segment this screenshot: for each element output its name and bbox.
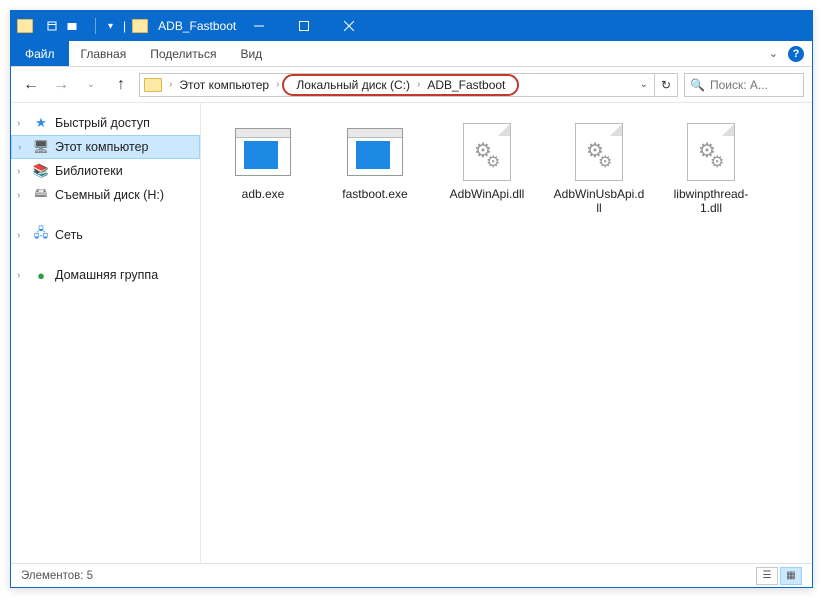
breadcrumb-folder[interactable]: ADB_Fastboot bbox=[423, 78, 509, 92]
address-dropdown[interactable]: ⌄ bbox=[634, 79, 654, 90]
dll-icon: ⚙⚙ bbox=[676, 123, 746, 181]
qat-new-folder-button[interactable] bbox=[63, 17, 81, 35]
file-label: libwinpthread-1.dll bbox=[665, 187, 757, 216]
exe-icon bbox=[228, 123, 298, 181]
app-icon bbox=[17, 19, 33, 33]
file-tab[interactable]: Файл bbox=[11, 41, 69, 66]
navbar: ← → ⌄ ↑ › Этот компьютер › Локальный дис… bbox=[11, 67, 812, 103]
dll-icon: ⚙⚙ bbox=[564, 123, 634, 181]
explorer-window: ▾ | ADB_Fastboot Файл Главная Поделиться… bbox=[10, 10, 813, 588]
chevron-right-icon: › bbox=[166, 79, 175, 90]
view-icons-button[interactable]: ▦ bbox=[780, 567, 802, 585]
search-input[interactable] bbox=[710, 78, 790, 92]
sidebar-item-libraries[interactable]: › 📚 Библиотеки bbox=[11, 159, 200, 183]
drive-icon: 🖴 bbox=[33, 187, 49, 203]
status-item-count: Элементов: 5 bbox=[21, 570, 93, 582]
titlebar-divider: | bbox=[121, 19, 128, 33]
tab-main[interactable]: Главная bbox=[69, 41, 139, 66]
up-button[interactable]: ↑ bbox=[109, 73, 133, 97]
tab-view[interactable]: Вид bbox=[228, 41, 274, 66]
file-item[interactable]: fastboot.exe bbox=[325, 119, 425, 220]
tree-toggle-icon[interactable]: › bbox=[17, 166, 20, 177]
file-item[interactable]: ⚙⚙ AdbWinUsbApi.dll bbox=[549, 119, 649, 220]
tree-toggle-icon[interactable]: › bbox=[18, 142, 21, 153]
back-button[interactable]: ← bbox=[19, 73, 43, 97]
file-item[interactable]: adb.exe bbox=[213, 119, 313, 220]
forward-button[interactable]: → bbox=[49, 73, 73, 97]
breadcrumb-root[interactable]: Этот компьютер bbox=[175, 78, 273, 92]
sidebar-item-quick-access[interactable]: › ★ Быстрый доступ bbox=[11, 111, 200, 135]
window-title: ADB_Fastboot bbox=[158, 19, 236, 33]
body: › ★ Быстрый доступ › 🖥 Этот компьютер › … bbox=[11, 103, 812, 563]
breadcrumb-drive[interactable]: Локальный диск (C:) bbox=[292, 78, 414, 92]
ribbon: Файл Главная Поделиться Вид ⌄ ? bbox=[11, 41, 812, 67]
file-label: AdbWinApi.dll bbox=[450, 187, 525, 201]
tree-toggle-icon[interactable]: › bbox=[17, 270, 20, 281]
sidebar-item-homegroup[interactable]: › ● Домашняя группа bbox=[11, 263, 200, 287]
navigation-pane: › ★ Быстрый доступ › 🖥 Этот компьютер › … bbox=[11, 103, 201, 563]
dll-icon: ⚙⚙ bbox=[452, 123, 522, 181]
sidebar-item-label: Быстрый доступ bbox=[55, 116, 150, 130]
sidebar-item-removable-drive[interactable]: › 🖴 Съемный диск (H:) bbox=[11, 183, 200, 207]
tree-toggle-icon[interactable]: › bbox=[17, 230, 20, 241]
sidebar-item-label: Съемный диск (H:) bbox=[55, 188, 164, 202]
chevron-right-icon[interactable]: › bbox=[414, 79, 423, 90]
maximize-button[interactable] bbox=[281, 11, 326, 41]
library-icon: 📚 bbox=[33, 163, 49, 179]
tab-share[interactable]: Поделиться bbox=[138, 41, 228, 66]
status-bar: Элементов: 5 ☰ ▦ bbox=[11, 563, 812, 587]
sidebar-item-label: Этот компьютер bbox=[55, 140, 148, 154]
file-item[interactable]: ⚙⚙ libwinpthread-1.dll bbox=[661, 119, 761, 220]
homegroup-icon: ● bbox=[33, 267, 49, 283]
pc-icon: 🖥 bbox=[33, 139, 49, 155]
file-label: AdbWinUsbApi.dll bbox=[553, 187, 645, 216]
address-folder-icon bbox=[144, 78, 162, 92]
sidebar-item-label: Сеть bbox=[55, 228, 83, 242]
refresh-button[interactable]: ↻ bbox=[654, 74, 677, 96]
star-icon: ★ bbox=[33, 115, 49, 131]
breadcrumb-highlight: Локальный диск (C:) › ADB_Fastboot bbox=[282, 74, 519, 96]
file-label: fastboot.exe bbox=[342, 187, 407, 201]
sidebar-item-this-pc[interactable]: › 🖥 Этот компьютер bbox=[11, 135, 200, 159]
network-icon: 🖧 bbox=[33, 227, 49, 243]
tree-toggle-icon[interactable]: › bbox=[17, 190, 20, 201]
qat-dropdown[interactable]: ▾ bbox=[104, 21, 117, 32]
file-pane[interactable]: adb.exe fastboot.exe ⚙⚙ AdbWinApi.dll ⚙⚙… bbox=[201, 103, 812, 563]
search-box[interactable]: 🔍 bbox=[684, 73, 804, 97]
view-details-button[interactable]: ☰ bbox=[756, 567, 778, 585]
search-icon: 🔍 bbox=[685, 78, 710, 92]
help-button[interactable]: ? bbox=[788, 46, 804, 62]
sidebar-item-label: Домашняя группа bbox=[55, 268, 158, 282]
file-item[interactable]: ⚙⚙ AdbWinApi.dll bbox=[437, 119, 537, 220]
chevron-right-icon[interactable]: › bbox=[273, 79, 282, 90]
history-dropdown[interactable]: ⌄ bbox=[79, 73, 103, 97]
exe-icon bbox=[340, 123, 410, 181]
sidebar-item-label: Библиотеки bbox=[55, 164, 123, 178]
titlebar-folder-icon bbox=[132, 19, 148, 33]
titlebar: ▾ | ADB_Fastboot bbox=[11, 11, 812, 41]
sidebar-item-network[interactable]: › 🖧 Сеть bbox=[11, 223, 200, 247]
tree-toggle-icon[interactable]: › bbox=[17, 118, 20, 129]
qat-properties-button[interactable] bbox=[43, 17, 61, 35]
minimize-button[interactable] bbox=[236, 11, 281, 41]
close-button[interactable] bbox=[326, 11, 371, 41]
ribbon-expand-icon[interactable]: ⌄ bbox=[769, 47, 778, 60]
qat-separator bbox=[95, 18, 96, 34]
address-bar[interactable]: › Этот компьютер › Локальный диск (C:) ›… bbox=[139, 73, 678, 97]
file-label: adb.exe bbox=[242, 187, 285, 201]
